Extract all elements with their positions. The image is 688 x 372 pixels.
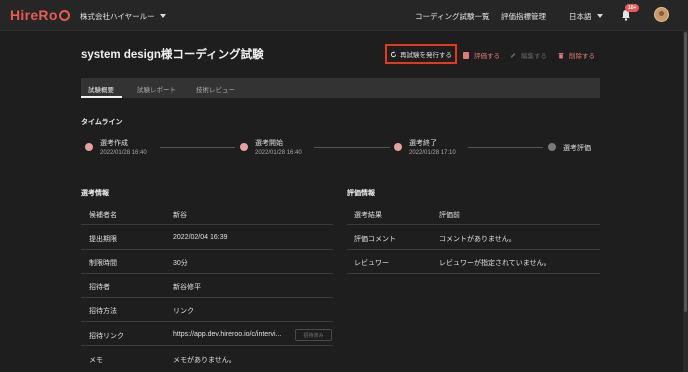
company-name: 株式会社ハイヤールー — [80, 12, 155, 21]
chevron-down-icon — [596, 14, 603, 18]
eval-label: 選考結果 — [354, 212, 382, 219]
timeline-connector — [314, 147, 390, 148]
evaluation-info-title: 評価情報 — [347, 190, 375, 197]
timeline-connector — [468, 147, 543, 148]
notification-badge: 10+ — [625, 4, 640, 12]
info-value: 新谷修平 — [173, 284, 201, 291]
invite-link[interactable]: https://app.dev.hireroo.io/c/intervi... — [173, 331, 281, 338]
user-avatar[interactable] — [654, 7, 669, 22]
tab-report[interactable]: 試験レポート — [137, 84, 176, 94]
info-label: 招待者 — [89, 284, 110, 291]
clipboard-icon — [463, 51, 469, 59]
timeline-step-label: 選考評価 — [563, 145, 591, 152]
nav-link-coding-tests[interactable]: コーディング試験一覧 — [415, 11, 489, 22]
timeline-dot-evaluation — [548, 143, 556, 151]
row-divider — [81, 297, 333, 298]
edit-button[interactable]: 編集する — [510, 50, 547, 60]
timeline-dot-ended — [394, 143, 402, 151]
refresh-icon — [390, 50, 397, 57]
language-label: 日本語 — [569, 12, 592, 21]
row-divider — [347, 224, 600, 225]
reissue-test-button[interactable]: 再試験を発行する — [385, 44, 457, 64]
row-divider — [81, 249, 333, 250]
row-divider — [347, 273, 600, 274]
active-tab-indicator — [81, 96, 122, 98]
delete-label: 削除する — [569, 53, 595, 60]
timeline-step-label: 選考作成 — [100, 140, 128, 147]
language-selector[interactable]: 日本語 — [569, 11, 603, 22]
tab-overview[interactable]: 試験概要 — [88, 84, 114, 94]
timeline-step-date: 2022/01/28 16:40 — [100, 150, 147, 156]
hireroo-logo[interactable]: HireRo — [10, 7, 70, 23]
info-value: リンク — [173, 308, 194, 315]
timeline-step-label: 選考終了 — [409, 140, 437, 147]
timeline-title: タイムライン — [81, 119, 123, 126]
edit-label: 編集する — [521, 53, 547, 60]
info-label: 招待リンク — [89, 333, 124, 340]
row-divider — [81, 321, 333, 322]
logo-ring-icon — [58, 10, 70, 21]
timeline-step-date: 2022/01/28 16:40 — [255, 150, 302, 156]
page-title: system design様コーディング試験 — [81, 49, 264, 61]
top-navbar: HireRo 株式会社ハイヤールー コーディング試験一覧 評価指標管理 日本語 … — [0, 0, 688, 31]
eval-label: 評価コメント — [354, 236, 396, 243]
info-label: 制限時間 — [89, 260, 117, 267]
selection-info-title: 選考情報 — [81, 190, 109, 197]
timeline-connector — [160, 147, 235, 148]
tab-tech-review[interactable]: 技術レビュー — [196, 84, 235, 94]
eval-value: 評価前 — [439, 212, 460, 219]
timeline-dot-created — [85, 143, 93, 151]
info-label: メモ — [89, 357, 103, 364]
company-selector[interactable]: 株式会社ハイヤールー — [80, 11, 166, 22]
evaluate-label: 評価する — [474, 53, 500, 60]
eval-value: コメントがありません。 — [439, 236, 516, 243]
eval-label: レビュワー — [354, 260, 389, 267]
info-label: 候補者名 — [89, 212, 117, 219]
row-divider — [347, 249, 600, 250]
pencil-icon — [510, 52, 516, 58]
evaluate-button[interactable]: 評価する — [463, 50, 500, 60]
row-divider — [81, 273, 333, 274]
info-value: 2022/02/04 16:39 — [173, 234, 228, 241]
timeline-step-date: 2022/01/28 17:10 — [409, 150, 456, 156]
copy-link-button[interactable]: 招待済み — [295, 329, 332, 341]
scrollbar-thumb[interactable] — [684, 32, 687, 312]
row-divider — [81, 345, 333, 346]
eval-value: レビュワーが指定されていません。 — [439, 260, 551, 267]
trash-icon — [558, 52, 564, 58]
nav-link-evaluation-metrics[interactable]: 評価指標管理 — [501, 11, 546, 22]
chevron-down-icon — [159, 14, 166, 18]
timeline-step-label: 選考開始 — [255, 140, 283, 147]
info-value: 30分 — [173, 260, 188, 267]
timeline-dot-started — [240, 143, 248, 151]
info-value: 新谷 — [173, 212, 187, 219]
info-label: 提出期限 — [89, 236, 117, 243]
info-value: メモがありません。 — [173, 357, 236, 364]
reissue-label: 再試験を発行する — [400, 52, 452, 59]
info-label: 招待方法 — [89, 308, 117, 315]
row-divider — [81, 224, 333, 225]
delete-button[interactable]: 削除する — [558, 50, 595, 60]
